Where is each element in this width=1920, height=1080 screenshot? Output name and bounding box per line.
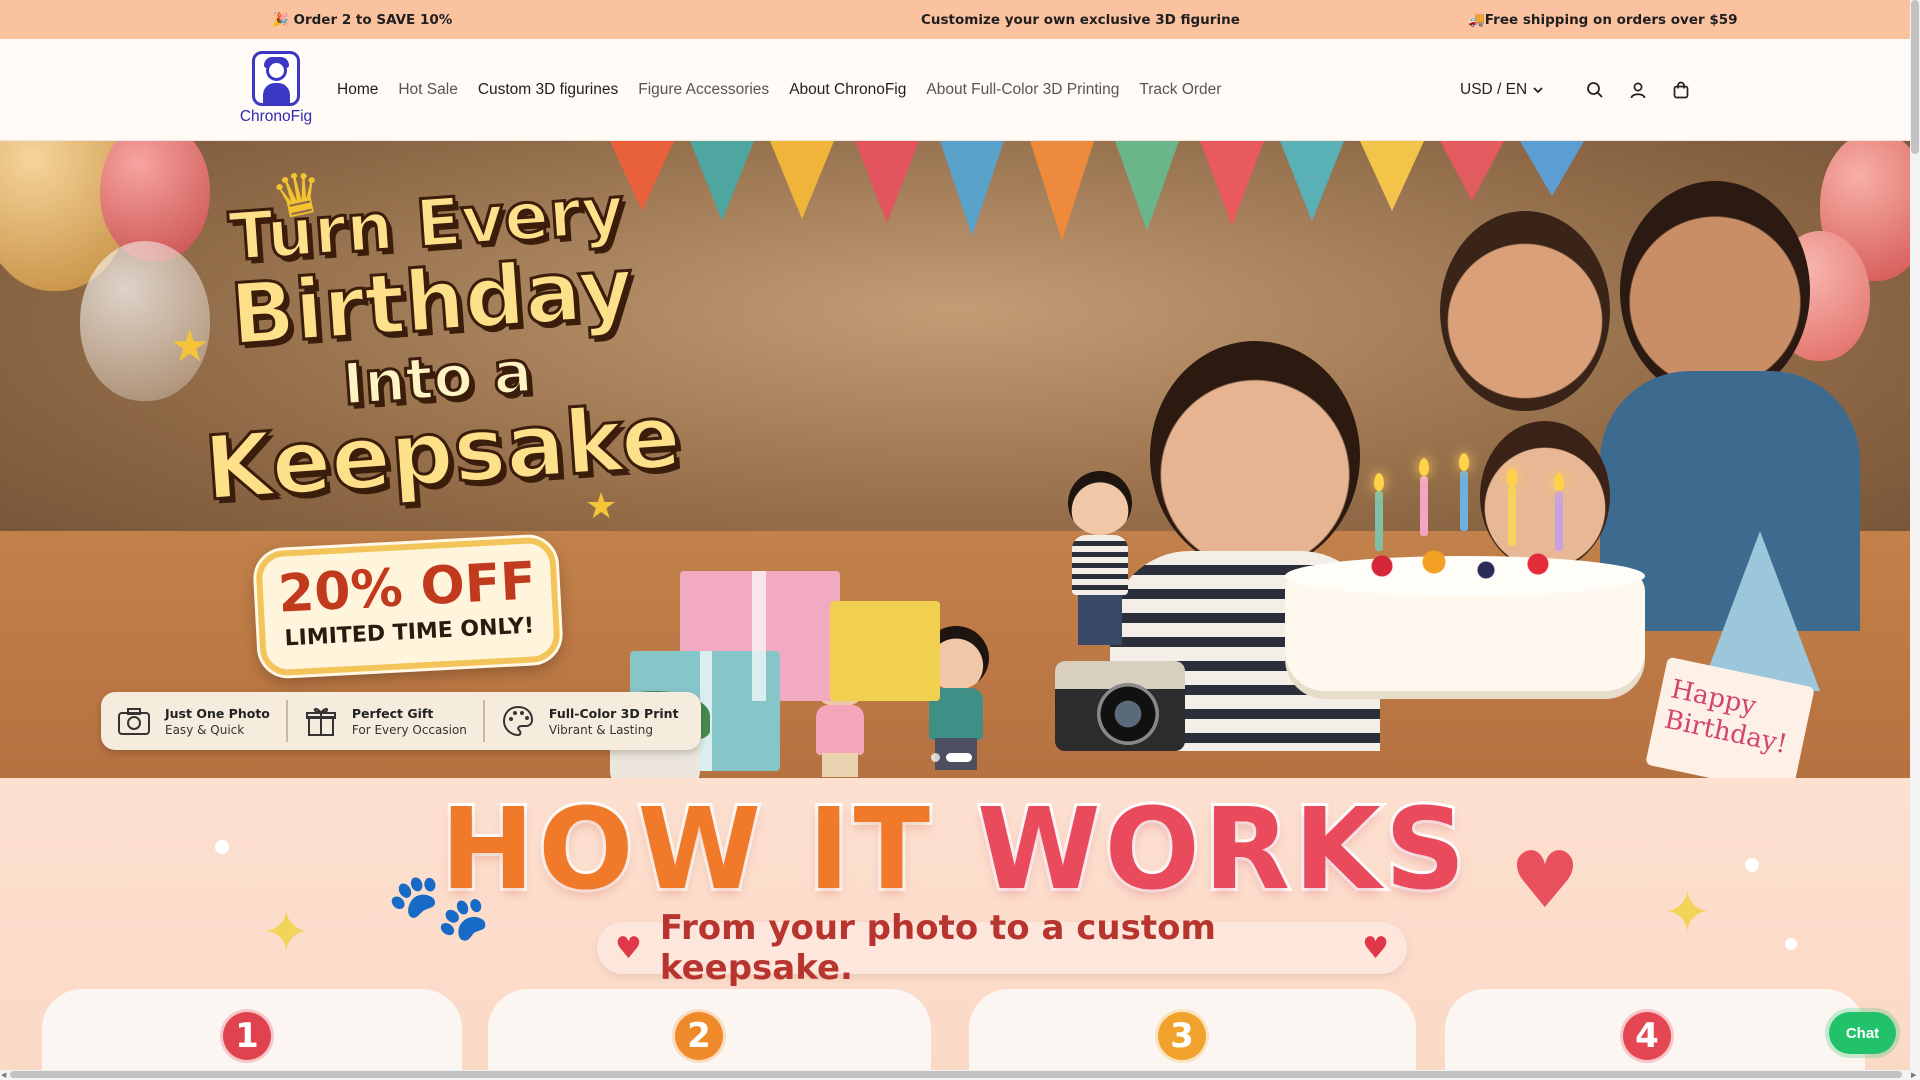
gift-ribbon — [752, 571, 766, 701]
nav-about-chronofig[interactable]: About ChronoFig — [789, 81, 906, 99]
header-actions: USD / EN — [1460, 39, 1693, 141]
promo-discount: 20% OFF — [276, 551, 538, 625]
logo-mark-icon — [252, 51, 300, 106]
feature-subtitle: Easy & Quick — [165, 722, 245, 737]
logo[interactable]: ChronoFig — [236, 51, 316, 131]
candle-flame — [1419, 458, 1429, 476]
hero-banner[interactable]: Happy Birthday! ♛ Turn Every Birthday In… — [0, 141, 1910, 778]
person-boy — [1150, 341, 1360, 571]
currency-language-selector[interactable]: USD / EN — [1460, 81, 1544, 99]
carousel-dot-2[interactable] — [946, 753, 972, 762]
feature-item: Just One Photo Easy & Quick — [101, 700, 288, 742]
bunting-flag — [940, 141, 1004, 236]
candle-flame — [1507, 468, 1517, 486]
heart-icon: ♥ — [1362, 930, 1389, 966]
sparkle-icon: ✦ — [262, 898, 311, 966]
candle — [1420, 476, 1428, 536]
feature-subtitle: For Every Occasion — [351, 722, 467, 737]
figurine-boy-held — [1060, 471, 1140, 661]
step-number-4: 4 — [1620, 1009, 1674, 1063]
feature-strip: Just One Photo Easy & Quick Perfect Gift… — [101, 692, 701, 750]
feature-subtitle: Vibrant & Lasting — [548, 722, 653, 737]
step-number-2: 2 — [672, 1009, 726, 1063]
bunting-flag — [1030, 141, 1094, 241]
cart-icon[interactable] — [1669, 78, 1693, 102]
bunting-flag — [1200, 141, 1264, 226]
hero-headline: Turn Every Birthday Into a Keepsake — [165, 170, 705, 522]
site-header: ChronoFig Home Hot Sale Custom 3D figuri… — [0, 39, 1910, 141]
feature-item: Full-Color 3D Print Vibrant & Lasting — [485, 700, 695, 742]
nav-custom-3d-figurines[interactable]: Custom 3D figurines — [478, 81, 618, 99]
feature-title: Full-Color 3D Print — [548, 705, 679, 721]
bunting-flag — [690, 141, 754, 221]
step-card-2: 2 — [488, 989, 931, 1070]
feature-title: Perfect Gift — [351, 705, 434, 721]
nav-track-order[interactable]: Track Order — [1139, 81, 1221, 99]
nav-figure-accessories[interactable]: Figure Accessories — [638, 81, 769, 99]
how-it-works-subtitle: ♥ From your photo to a custom keepsake. … — [597, 908, 1407, 988]
camera-icon — [117, 704, 151, 738]
nav-about-full-color-3d-printing[interactable]: About Full-Color 3D Printing — [926, 81, 1119, 99]
step-number-1: 1 — [220, 1009, 274, 1063]
how-it-works-section: 🐾 ♥ ✦ ✦ HOW IT WORKS ♥ From your photo t… — [0, 778, 1910, 1070]
account-icon[interactable] — [1626, 78, 1650, 102]
feature-title: Just One Photo — [165, 705, 270, 721]
search-icon[interactable] — [1583, 78, 1607, 102]
announcement-left[interactable]: 🎉 Order 2 to SAVE 10% — [272, 12, 452, 28]
scroll-right-arrow-icon[interactable]: ▶ — [1911, 1071, 1916, 1079]
announcement-right[interactable]: 🚚Free shipping on orders over $59 — [1468, 12, 1738, 28]
bunting-flag — [1115, 141, 1179, 231]
gift-icon — [304, 704, 338, 738]
logo-text: ChronoFig — [239, 108, 313, 125]
vertical-scrollbar-thumb[interactable] — [1911, 0, 1919, 154]
cake-fruit — [1330, 546, 1590, 586]
step-card-1: 1 — [42, 989, 462, 1070]
currency-label: USD / EN — [1460, 81, 1528, 98]
bunting-flag — [770, 141, 834, 219]
main-nav: Home Hot Sale Custom 3D figurines Figure… — [337, 39, 1241, 141]
subtitle-text: From your photo to a custom keepsake. — [659, 908, 1216, 988]
step-card-3: 3 — [969, 989, 1416, 1070]
gift-box — [830, 601, 940, 701]
bunting-flag — [1280, 141, 1344, 221]
title-word-1: HOW IT — [438, 785, 935, 915]
candle — [1508, 486, 1516, 546]
candle — [1555, 491, 1563, 551]
candle — [1375, 491, 1383, 551]
candle-flame — [1374, 473, 1384, 491]
star-icon: ★ — [170, 321, 210, 372]
carousel-dot-1[interactable] — [931, 753, 940, 762]
person-father — [1620, 181, 1810, 401]
step-number-3: 3 — [1155, 1009, 1209, 1063]
palette-icon — [501, 704, 535, 738]
chat-button[interactable]: Chat — [1829, 1012, 1896, 1054]
camera-prop — [1055, 661, 1185, 751]
carousel-dots — [931, 753, 972, 762]
announcement-center[interactable]: Customize your own exclusive 3D figurine — [921, 12, 1240, 28]
candle-flame — [1459, 453, 1469, 471]
horizontal-scrollbar-thumb[interactable] — [10, 1071, 1902, 1078]
bunting-flag — [1520, 141, 1584, 196]
bunting-flag — [855, 141, 919, 223]
announcement-bar: 🎉 Order 2 to SAVE 10% Customize your own… — [0, 0, 1910, 39]
star-icon: ★ — [585, 486, 618, 527]
scroll-left-arrow-icon[interactable]: ◀ — [1, 1071, 6, 1079]
feature-item: Perfect Gift For Every Occasion — [288, 700, 485, 742]
sparkle-dot — [1785, 938, 1797, 950]
nav-home[interactable]: Home — [337, 81, 378, 99]
title-word-2: WORKS — [974, 785, 1470, 915]
promo-badge: 20% OFF LIMITED TIME ONLY! — [254, 536, 562, 677]
vertical-scrollbar[interactable] — [1910, 0, 1920, 1070]
candle — [1460, 471, 1468, 531]
bunting-flag — [1440, 141, 1504, 201]
step-card-4: 4 — [1445, 989, 1865, 1070]
how-it-works-title: HOW IT WORKS — [0, 791, 1910, 909]
heart-icon: ♥ — [615, 930, 642, 966]
person-mother — [1440, 211, 1610, 411]
candle-flame — [1554, 473, 1564, 491]
chevron-down-icon — [1533, 87, 1543, 94]
nav-hot-sale[interactable]: Hot Sale — [398, 81, 457, 99]
bunting-flag — [1360, 141, 1424, 211]
